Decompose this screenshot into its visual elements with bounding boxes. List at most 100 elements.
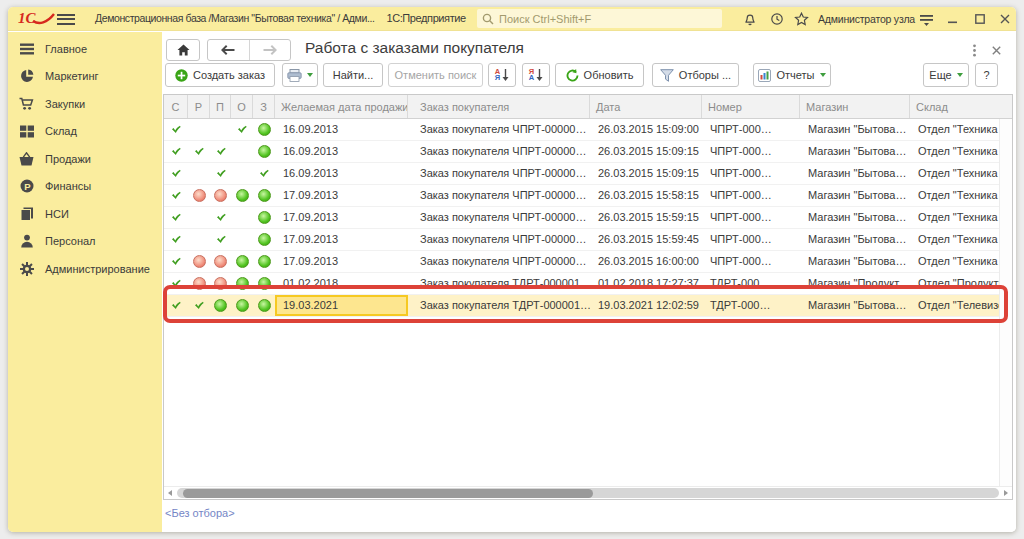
table-row[interactable]: 16.09.2013Заказ покупателя ЧПРТ-00000…26… <box>164 119 1000 141</box>
column-header-o[interactable]: О <box>231 95 253 118</box>
cell-datetime[interactable]: 19.03.2021 12:02:59 <box>590 295 702 316</box>
sidebar-item-purchases[interactable]: Закупки <box>8 90 162 118</box>
cell-warehouse[interactable]: Отдел "Техника д <box>910 229 999 250</box>
home-button[interactable] <box>166 39 200 61</box>
cell-store[interactable]: Магазин "Бытова… <box>800 185 910 206</box>
table-row[interactable]: 17.09.2013Заказ покупателя ЧПРТ-00000…26… <box>164 207 1000 229</box>
cell-date[interactable]: 19.03.2021 <box>275 295 408 316</box>
sidebar-item-nsi[interactable]: НСИ <box>8 200 162 228</box>
cell-warehouse[interactable]: Отдел "Техника д <box>910 163 999 184</box>
cell-datetime[interactable]: 26.03.2015 15:09:15 <box>590 141 702 162</box>
cell-datetime[interactable]: 26.03.2015 15:59:15 <box>590 207 702 228</box>
create-order-button[interactable]: Создать заказ <box>165 63 275 87</box>
column-header-order[interactable]: Заказ покупателя <box>408 95 590 118</box>
cell-order[interactable]: Заказ покупателя ЧПРТ-00000… <box>408 229 590 250</box>
cell-order[interactable]: Заказ покупателя ЧПРТ-00000… <box>408 119 590 140</box>
cell-number[interactable]: ЧПРТ-000… <box>702 207 800 228</box>
table-row[interactable]: 17.09.2013Заказ покупателя ЧПРТ-00000…26… <box>164 251 1000 273</box>
column-header-number[interactable]: Номер <box>702 95 800 118</box>
sidebar-item-marketing[interactable]: Маркетинг <box>8 63 162 91</box>
sort-descending-button[interactable]: ЯА <box>522 63 550 87</box>
find-button[interactable]: Найти... <box>323 63 383 87</box>
user-menu-icon[interactable] <box>918 11 935 28</box>
cell-datetime[interactable]: 26.03.2015 15:58:15 <box>590 185 702 206</box>
table-row[interactable]: 17.09.2013Заказ покупателя ЧПРТ-00000…26… <box>164 229 1000 251</box>
cell-order[interactable]: Заказ покупателя ТДРТ-000001… <box>408 295 590 316</box>
sidebar-item-main[interactable]: Главное <box>8 35 162 63</box>
column-header-s[interactable]: С <box>164 95 188 118</box>
cell-order[interactable]: Заказ покупателя ЧПРТ-00000… <box>408 251 590 272</box>
cell-store[interactable]: Магазин "Бытова… <box>800 141 910 162</box>
cell-number[interactable]: ТДРТ-000… <box>702 273 800 294</box>
column-header-p[interactable]: П <box>210 95 231 118</box>
cell-datetime[interactable]: 01.02.2018 17:27:37 <box>590 273 702 294</box>
cell-order[interactable]: Заказ покупателя ЧПРТ-00000… <box>408 207 590 228</box>
close-form-icon[interactable] <box>990 44 1002 56</box>
table-row[interactable]: 16.09.2013Заказ покупателя ЧПРТ-00000…26… <box>164 163 1000 185</box>
cell-warehouse[interactable]: Отдел "Техника д <box>910 251 999 272</box>
cell-date[interactable]: 17.09.2013 <box>275 229 408 250</box>
column-header-desired-date[interactable]: Желаемая дата продажи <box>275 95 408 118</box>
cell-datetime[interactable]: 26.03.2015 15:09:00 <box>590 119 702 140</box>
cell-order[interactable]: Заказ покупателя ТДРТ-000001… <box>408 273 590 294</box>
cell-warehouse[interactable]: Отдел "Телевизо <box>910 295 999 316</box>
cell-warehouse[interactable]: Отдел "Техника д <box>910 185 999 206</box>
cell-datetime[interactable]: 26.03.2015 16:00:00 <box>590 251 702 272</box>
notifications-bell-icon[interactable] <box>741 10 758 27</box>
column-header-warehouse[interactable]: Склад <box>910 95 1012 118</box>
table-row[interactable]: 17.09.2013Заказ покупателя ЧПРТ-00000…26… <box>164 185 1000 207</box>
form-more-menu-icon[interactable] <box>968 43 980 57</box>
refresh-button[interactable]: Обновить <box>555 63 644 87</box>
cell-datetime[interactable]: 26.03.2015 15:59:45 <box>590 229 702 250</box>
cell-date[interactable]: 17.09.2013 <box>275 185 408 206</box>
cell-date[interactable]: 17.09.2013 <box>275 207 408 228</box>
scroll-left-arrow-icon[interactable] <box>168 490 172 496</box>
scrollbar-thumb[interactable] <box>183 489 593 498</box>
cell-number[interactable]: ЧПРТ-000… <box>702 185 800 206</box>
scrollbar-track[interactable] <box>177 488 999 498</box>
table-row[interactable]: 16.09.2013Заказ покупателя ЧПРТ-00000…26… <box>164 141 1000 163</box>
cell-store[interactable]: Магазин "Бытова… <box>800 163 910 184</box>
sidebar-item-sales[interactable]: Продажи <box>8 145 162 173</box>
global-search-input[interactable]: Поиск Ctrl+Shift+F <box>477 9 722 28</box>
cell-store[interactable]: Магазин "Бытова… <box>800 207 910 228</box>
cell-store[interactable]: Магазин "Бытова… <box>800 251 910 272</box>
help-button[interactable]: ? <box>975 63 998 87</box>
cell-store[interactable]: Магазин "Продукт… <box>800 273 910 294</box>
cell-date[interactable]: 17.09.2013 <box>275 251 408 272</box>
main-menu-icon[interactable] <box>57 14 75 25</box>
cell-store[interactable]: Магазин "Бытова… <box>800 119 910 140</box>
scroll-right-arrow-icon[interactable] <box>1004 490 1008 496</box>
sidebar-item-personnel[interactable]: Персонал <box>8 228 162 256</box>
sort-ascending-button[interactable]: АЯ <box>488 63 516 87</box>
back-button[interactable] <box>208 40 250 60</box>
vertical-scrollbar[interactable] <box>999 119 1012 486</box>
cell-number[interactable]: ЧПРТ-000… <box>702 141 800 162</box>
forward-button[interactable] <box>250 40 291 60</box>
print-button[interactable] <box>282 63 318 87</box>
minimize-button[interactable] <box>945 12 961 26</box>
table-row[interactable]: 01.02.2018Заказ покупателя ТДРТ-000001…0… <box>164 273 1000 295</box>
favorites-star-icon[interactable] <box>793 10 810 27</box>
cell-date[interactable]: 16.09.2013 <box>275 163 408 184</box>
history-icon[interactable] <box>768 10 785 27</box>
cell-warehouse[interactable]: Отдел "Продукты <box>910 273 999 294</box>
filters-button[interactable]: Отборы ... <box>652 63 739 87</box>
close-window-button[interactable] <box>997 12 1013 26</box>
cell-store[interactable]: Магазин "Бытова… <box>800 229 910 250</box>
cell-order[interactable]: Заказ покупателя ЧПРТ-00000… <box>408 141 590 162</box>
sidebar-item-administration[interactable]: Администрирование <box>8 255 162 283</box>
column-header-r[interactable]: Р <box>188 95 210 118</box>
current-user[interactable]: Администратор узла <box>818 13 915 25</box>
cell-number[interactable]: ЧПРТ-000… <box>702 251 800 272</box>
cell-number[interactable]: ЧПРТ-000… <box>702 163 800 184</box>
cell-order[interactable]: Заказ покупателя ЧПРТ-00000… <box>408 163 590 184</box>
column-header-date[interactable]: Дата <box>590 95 702 118</box>
cell-date[interactable]: 16.09.2013 <box>275 141 408 162</box>
sidebar-item-finance[interactable]: Р Финансы <box>8 173 162 201</box>
horizontal-scrollbar[interactable] <box>164 486 1012 499</box>
cell-warehouse[interactable]: Отдел "Техника д <box>910 141 999 162</box>
more-button[interactable]: Еще <box>923 63 969 87</box>
column-header-z[interactable]: З <box>253 95 275 118</box>
cell-date[interactable]: 16.09.2013 <box>275 119 408 140</box>
